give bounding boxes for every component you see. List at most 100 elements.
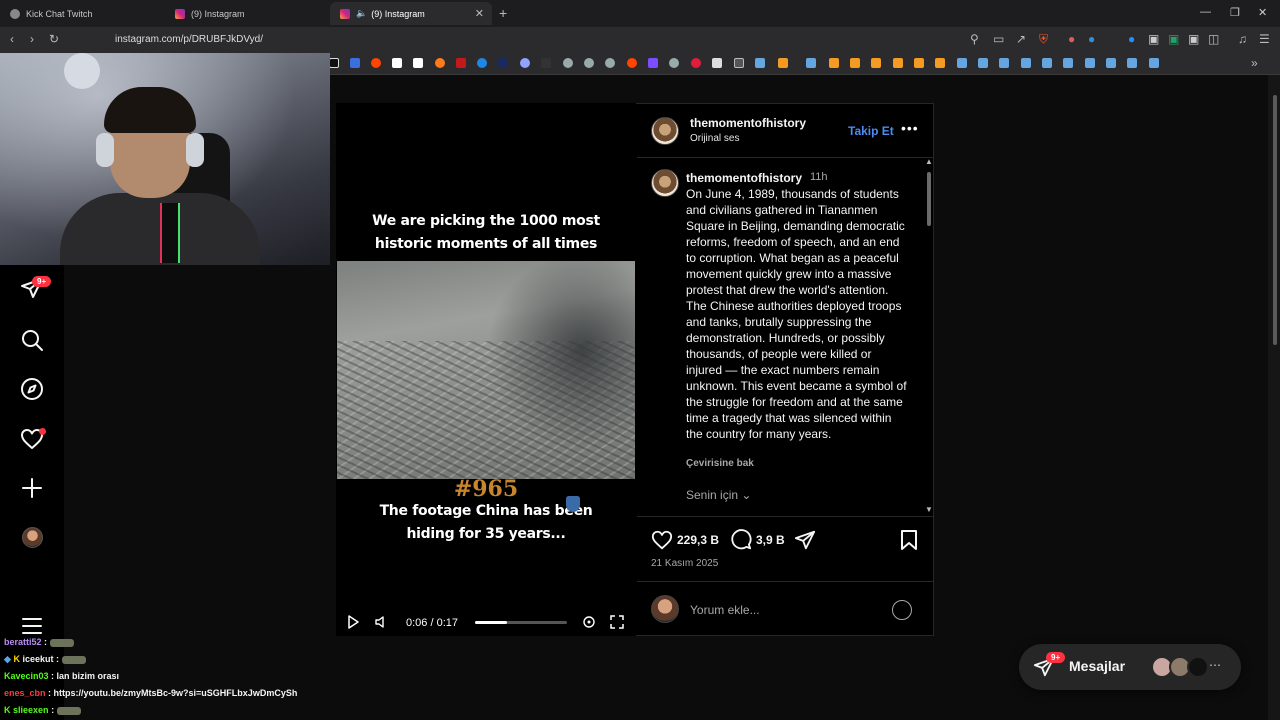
bookmark-icon[interactable] [829, 58, 839, 68]
video-footage-frame [337, 261, 635, 479]
search-icon[interactable] [20, 328, 44, 352]
bookmark-x-icon[interactable] [329, 58, 339, 68]
profile-avatar[interactable] [22, 527, 43, 548]
sidebar-toggle-icon[interactable]: ◫ [1208, 32, 1219, 46]
share-icon[interactable]: ↗ [1016, 32, 1026, 46]
follow-button[interactable]: Takip Et [848, 124, 894, 138]
bookmark-icon[interactable] [350, 58, 360, 68]
bookmark-icon[interactable] [456, 58, 466, 68]
bookmark-icon[interactable] [520, 58, 530, 68]
bookmark-steam-icon[interactable] [1127, 58, 1137, 68]
more-options-icon[interactable]: ••• [901, 120, 919, 136]
like-count[interactable]: 229,3 B [677, 533, 719, 547]
bookmarks-overflow-icon[interactable]: » [1251, 56, 1258, 70]
extension-icon[interactable]: ▣ [1188, 32, 1199, 46]
bookmark-reddit-icon[interactable] [627, 58, 637, 68]
for-you-dropdown[interactable]: Senin için ⌄ [686, 488, 751, 502]
bookmark-steam-icon[interactable] [1042, 58, 1052, 68]
bookmark-icon[interactable] [648, 58, 658, 68]
minimize-icon[interactable]: — [1200, 6, 1211, 18]
close-tab-icon[interactable]: ✕ [475, 7, 484, 20]
caption-avatar[interactable] [651, 169, 679, 197]
comment-icon[interactable] [730, 529, 752, 551]
bookmark-icon[interactable] [893, 58, 903, 68]
new-tab-button[interactable]: + [499, 5, 507, 21]
speaker-icon[interactable]: 🔈 [356, 8, 367, 19]
share-icon[interactable] [794, 529, 816, 551]
extension-icon[interactable]: ● [1088, 32, 1095, 46]
messages-more-icon[interactable]: ⋯ [1209, 658, 1221, 672]
bookmark-icon[interactable] [669, 58, 679, 68]
bookmark-icon[interactable] [584, 58, 594, 68]
bookmark-folder-icon[interactable] [734, 58, 744, 68]
bookmark-icon[interactable] [477, 58, 487, 68]
tab-kick-chat[interactable]: Kick Chat Twitch [0, 2, 164, 25]
play-icon[interactable] [346, 615, 360, 629]
bookmark-icon[interactable] [850, 58, 860, 68]
bookmark-icon[interactable] [691, 58, 701, 68]
emoji-icon[interactable] [892, 600, 912, 620]
bookmark-amazon-icon[interactable] [413, 58, 423, 68]
bookmark-icon[interactable] [563, 58, 573, 68]
bookmark-icon[interactable] [778, 58, 788, 68]
bookmark-steam-icon[interactable] [1106, 58, 1116, 68]
author-username[interactable]: themomentofhistory [690, 116, 806, 130]
bookmark-icon[interactable] [541, 58, 551, 68]
tab-instagram-1[interactable]: (9) Instagram [165, 2, 329, 25]
menu-icon[interactable]: ☰ [1259, 32, 1270, 46]
extension-icon[interactable]: ▣ [1148, 32, 1159, 46]
bookmark-icon[interactable] [712, 58, 722, 68]
bookmark-steam-icon[interactable] [999, 58, 1009, 68]
bookmark-icon[interactable] [914, 58, 924, 68]
cast-icon[interactable]: ▭ [993, 32, 1004, 46]
close-window-icon[interactable]: ✕ [1258, 6, 1267, 19]
reload-icon[interactable]: ↻ [49, 32, 59, 46]
mute-icon[interactable] [374, 615, 388, 629]
extension-icon[interactable]: ● [1128, 32, 1135, 46]
tab-instagram-active[interactable]: 🔈 (9) Instagram ✕ [330, 2, 492, 25]
caption-username[interactable]: themomentofhistory [686, 171, 802, 185]
bookmark-icon[interactable] [871, 58, 881, 68]
scroll-up-arrow-icon[interactable]: ▲ [925, 157, 933, 166]
bookmark-reddit-icon[interactable] [371, 58, 381, 68]
bookmark-icon[interactable] [605, 58, 615, 68]
scroll-down-arrow-icon[interactable]: ▼ [925, 505, 933, 514]
author-avatar[interactable] [651, 117, 679, 145]
create-icon[interactable] [20, 476, 44, 500]
settings-icon[interactable] [582, 615, 596, 629]
maximize-icon[interactable]: ❐ [1230, 6, 1240, 19]
comment-count[interactable]: 3,9 B [756, 533, 785, 547]
extension-icon[interactable]: ● [1068, 32, 1075, 46]
bookmark-steam-icon[interactable] [1149, 58, 1159, 68]
bookmark-steam-icon[interactable] [755, 58, 765, 68]
bookmark-icon[interactable] [392, 58, 402, 68]
bookmark-icon[interactable] [935, 58, 945, 68]
bookmark-icon[interactable] [435, 58, 445, 68]
bookmark-nhl-icon[interactable] [498, 58, 508, 68]
bookmark-steam-icon[interactable] [1085, 58, 1095, 68]
bookmark-steam-icon[interactable] [1063, 58, 1073, 68]
explore-icon[interactable] [20, 377, 44, 401]
post-date: 21 Kasım 2025 [651, 558, 719, 569]
bookmark-steam-icon[interactable] [978, 58, 988, 68]
like-icon[interactable] [651, 529, 673, 551]
audio-label[interactable]: Orijinal ses [690, 133, 739, 144]
brave-shield-icon[interactable]: ⛨ [1039, 32, 1048, 47]
webcam-overlay [0, 53, 330, 265]
bookmark-save-icon[interactable] [899, 529, 919, 551]
page-scrollbar-thumb[interactable] [1273, 95, 1277, 345]
extension-icon[interactable]: ▣ [1168, 32, 1179, 46]
fullscreen-icon[interactable] [610, 615, 624, 629]
back-icon[interactable]: ‹ [10, 32, 14, 46]
video-progress-bar[interactable] [475, 621, 567, 624]
comments-scrollbar-thumb[interactable] [927, 172, 931, 226]
bookmark-steam-icon[interactable] [1021, 58, 1031, 68]
comment-input[interactable]: Yorum ekle... [690, 603, 760, 617]
forward-icon[interactable]: › [30, 32, 34, 46]
media-icon[interactable]: ♫ [1238, 32, 1247, 46]
zoom-icon[interactable]: ⚲ [970, 32, 979, 46]
see-translation-link[interactable]: Çevirisine bak [686, 458, 754, 469]
bookmark-steam-icon[interactable] [957, 58, 967, 68]
address-bar[interactable]: instagram.com/p/DRUBFJkDVyd/ [115, 34, 263, 45]
bookmark-steam-icon[interactable] [806, 58, 816, 68]
